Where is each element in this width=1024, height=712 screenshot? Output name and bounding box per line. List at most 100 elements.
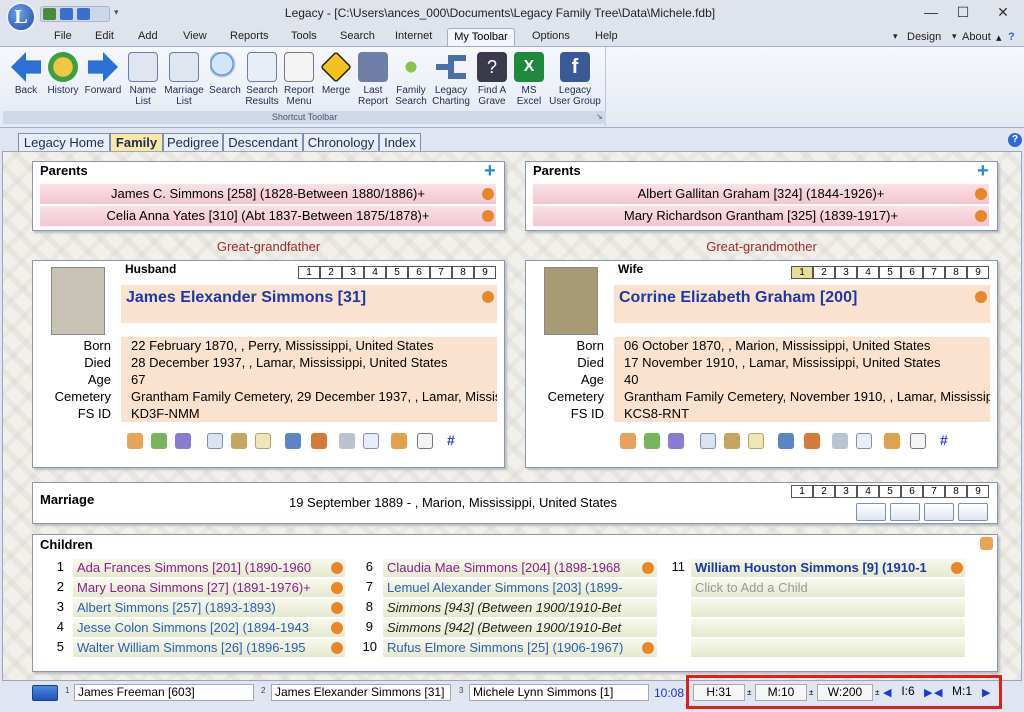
spouse-number[interactable]: 8 [452, 266, 474, 279]
history-button[interactable]: History [44, 52, 82, 96]
spouse-number[interactable]: 7 [430, 266, 452, 279]
menu-options[interactable]: Options [532, 30, 570, 42]
tab-chronology[interactable]: Chronology [303, 133, 379, 151]
marriage-details[interactable]: 19 September 1889 - , Marion, Mississipp… [233, 495, 673, 510]
sources-icon[interactable] [642, 642, 654, 654]
parents-icon[interactable] [620, 433, 636, 449]
minimize-button[interactable]: — [916, 4, 946, 24]
empty-child-row[interactable] [691, 599, 965, 617]
spouse-number[interactable]: 6 [408, 266, 430, 279]
spouse-number[interactable]: 4 [364, 266, 386, 279]
parents-icon[interactable] [127, 433, 143, 449]
menu-tools[interactable]: Tools [291, 30, 317, 42]
spouse-number[interactable]: 9 [474, 266, 496, 279]
marriage-number[interactable]: 8 [945, 485, 967, 498]
notes-icon[interactable] [207, 433, 223, 449]
redo-icon[interactable] [77, 8, 90, 20]
sources-book-icon[interactable] [285, 433, 301, 449]
quick-access-toolbar[interactable] [40, 6, 110, 22]
marriage-number[interactable]: 5 [879, 485, 901, 498]
name-list-button[interactable]: Name List [126, 52, 160, 107]
spouse-number[interactable]: 6 [901, 266, 923, 279]
ms-excel-button[interactable]: X MS Excel [512, 52, 546, 107]
husband-name[interactable]: James Elexander Simmons [31] [121, 285, 497, 323]
ribbon-help-icon[interactable]: ? [1008, 31, 1015, 43]
help-icon[interactable]: ? [1008, 133, 1022, 147]
menu-my-toolbar[interactable]: My Toolbar [447, 28, 515, 47]
hashtags-icon[interactable] [311, 433, 327, 449]
qat-dropdown-icon[interactable]: ▾ [114, 7, 119, 18]
child-row[interactable]: Ada Frances Simmons [201] (1890-1960 [73, 559, 345, 577]
marriage-notes-button[interactable] [890, 503, 920, 521]
bookmark-icon[interactable] [32, 685, 58, 701]
pictures-icon[interactable] [231, 433, 247, 449]
spouse-number[interactable]: 2 [320, 266, 342, 279]
hashtags-icon[interactable] [804, 433, 820, 449]
husband-cemetery[interactable]: Grantham Family Cemetery, 29 December 19… [121, 388, 497, 405]
sources-icon[interactable] [331, 582, 343, 594]
menu-view[interactable]: View [183, 30, 207, 42]
child-row[interactable]: Claudia Mae Simmons [204] (1898-1968 [383, 559, 657, 577]
close-button[interactable]: ✕ [988, 4, 1018, 24]
dialog-launcher-icon[interactable]: ↘ [596, 112, 603, 121]
ribbon-collapse-icon[interactable]: ▴ [996, 31, 1002, 44]
search-button[interactable]: Search [207, 52, 243, 96]
child-row[interactable]: Mary Leona Simmons [27] (1891-1976)+ [73, 579, 345, 597]
book-icon[interactable] [910, 433, 926, 449]
sources-icon[interactable] [331, 562, 343, 574]
pictures-icon[interactable] [724, 433, 740, 449]
husband-father-row[interactable]: James C. Simmons [258] (1828-Between 188… [40, 184, 496, 204]
wife-cemetery[interactable]: Grantham Family Cemetery, November 1910,… [614, 388, 990, 405]
forward-button[interactable]: Forward [82, 52, 124, 96]
menu-internet[interactable]: Internet [395, 30, 432, 42]
research-icon[interactable] [856, 433, 872, 449]
husband-died[interactable]: 28 December 1937, , Lamar, Mississippi, … [121, 354, 497, 371]
wife-fsid[interactable]: KCS8-RNT [614, 405, 990, 422]
design-dropdown-icon[interactable]: ▾ [893, 31, 898, 42]
legacy-charting-button[interactable]: Legacy Charting [430, 52, 472, 107]
child-row[interactable]: Albert Simmons [257] (1893-1893) [73, 599, 345, 617]
tab-descendant[interactable]: Descendant [223, 133, 303, 151]
bookmark-1[interactable]: James Freeman [603] [74, 684, 254, 701]
spouse-number[interactable]: 3 [835, 266, 857, 279]
sources-icon[interactable] [331, 642, 343, 654]
siblings-icon[interactable] [644, 433, 660, 449]
family-search-button[interactable]: Family Search [393, 52, 429, 107]
spouses-icon[interactable] [175, 433, 191, 449]
undo-icon[interactable] [60, 8, 73, 20]
save-icon[interactable] [43, 8, 56, 20]
sources-icon[interactable] [482, 291, 494, 303]
legacy-logo-icon[interactable]: L [6, 2, 36, 32]
wife-born[interactable]: 06 October 1870, , Marion, Mississippi, … [614, 337, 990, 354]
sources-icon[interactable] [331, 602, 343, 614]
bookmark-2[interactable]: James Elexander Simmons [31] [271, 684, 451, 701]
husband-mother-row[interactable]: Celia Anna Yates [310] (Abt 1837-Between… [40, 206, 496, 226]
menu-file[interactable]: File [54, 30, 72, 42]
add-parents-icon[interactable]: + [977, 161, 989, 181]
sources-icon[interactable] [951, 562, 963, 574]
empty-child-row[interactable] [691, 639, 965, 657]
sources-icon[interactable] [331, 622, 343, 634]
spouse-number[interactable]: 3 [342, 266, 364, 279]
child-row[interactable]: Walter William Simmons [26] (1896-195 [73, 639, 345, 657]
lds-icon[interactable] [391, 433, 407, 449]
spouse-number[interactable]: 5 [879, 266, 901, 279]
siblings-icon[interactable] [151, 433, 167, 449]
child-row[interactable]: Simmons [943] (Between 1900/1910-Bet [383, 599, 657, 617]
marriage-number[interactable]: 3 [835, 485, 857, 498]
sources-icon[interactable] [482, 188, 494, 200]
menu-edit[interactable]: Edit [95, 30, 114, 42]
notes-icon[interactable] [700, 433, 716, 449]
menu-add[interactable]: Add [138, 30, 158, 42]
hashtag-icon[interactable]: # [940, 432, 948, 448]
events-icon[interactable] [255, 433, 271, 449]
spouse-number[interactable]: 4 [857, 266, 879, 279]
sources-icon[interactable] [975, 291, 987, 303]
child-row[interactable]: Lemuel Alexander Simmons [203] (1899- [383, 579, 657, 597]
child-row[interactable]: Jesse Colon Simmons [202] (1894-1943 [73, 619, 345, 637]
back-button[interactable]: Back [8, 52, 44, 96]
sources-book-icon[interactable] [778, 433, 794, 449]
bookmark-3[interactable]: Michele Lynn Simmons [1] [469, 684, 649, 701]
last-report-button[interactable]: Last Report [355, 52, 391, 107]
menu-reports[interactable]: Reports [230, 30, 269, 42]
